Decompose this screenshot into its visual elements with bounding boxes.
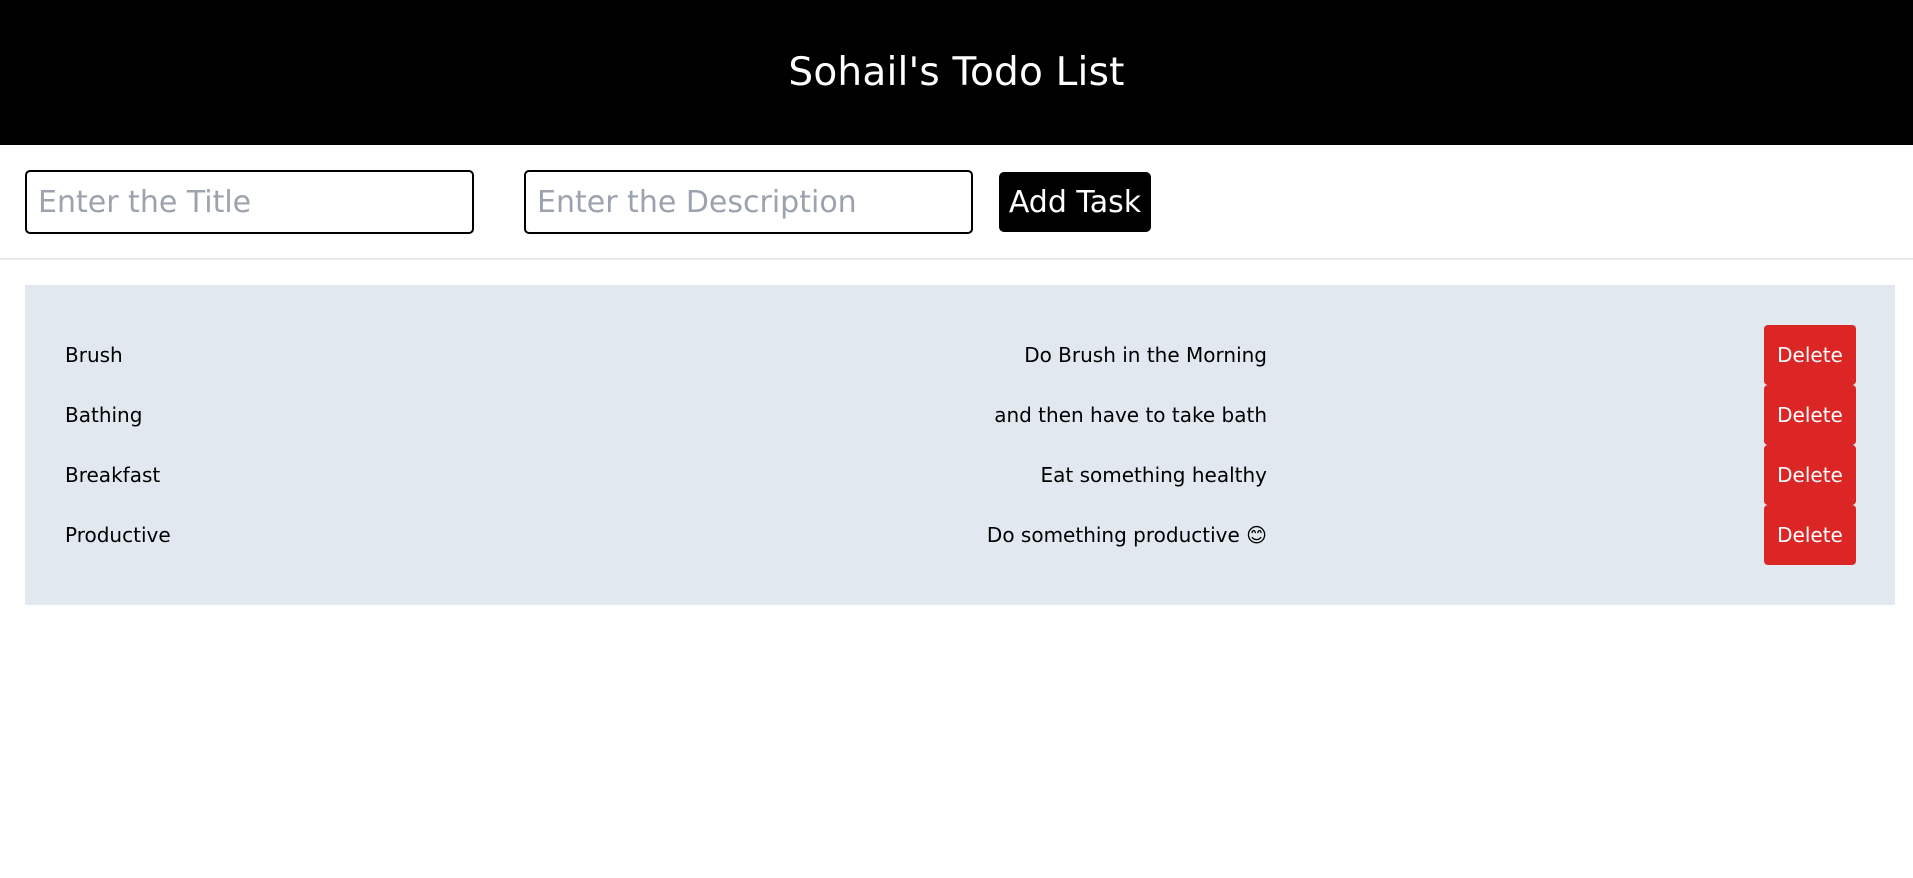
task-row: Bathing and then have to take bath Delet…: [25, 385, 1895, 445]
task-row: Brush Do Brush in the Morning Delete: [25, 325, 1895, 385]
delete-button[interactable]: Delete: [1764, 385, 1856, 445]
task-row: Breakfast Eat something healthy Delete: [25, 445, 1895, 505]
task-title: Productive: [65, 523, 171, 547]
add-task-button[interactable]: Add Task: [999, 172, 1151, 232]
title-input[interactable]: [25, 170, 474, 234]
delete-button[interactable]: Delete: [1764, 445, 1856, 505]
task-title: Bathing: [65, 403, 143, 427]
page-title: Sohail's Todo List: [788, 50, 1125, 95]
task-row: Productive Do something productive 😊 Del…: [25, 505, 1895, 565]
add-task-form: Add Task: [0, 145, 1913, 260]
app-header: Sohail's Todo List: [0, 0, 1913, 145]
delete-button[interactable]: Delete: [1764, 325, 1856, 385]
task-title: Breakfast: [65, 463, 161, 487]
task-description: Eat something healthy: [1040, 463, 1267, 487]
description-input[interactable]: [524, 170, 973, 234]
delete-button[interactable]: Delete: [1764, 505, 1856, 565]
task-description: Do something productive 😊: [986, 523, 1267, 547]
task-description: and then have to take bath: [994, 403, 1267, 427]
task-description: Do Brush in the Morning: [1024, 343, 1267, 367]
task-list: Brush Do Brush in the Morning Delete Bat…: [25, 285, 1895, 605]
task-title: Brush: [65, 343, 123, 367]
